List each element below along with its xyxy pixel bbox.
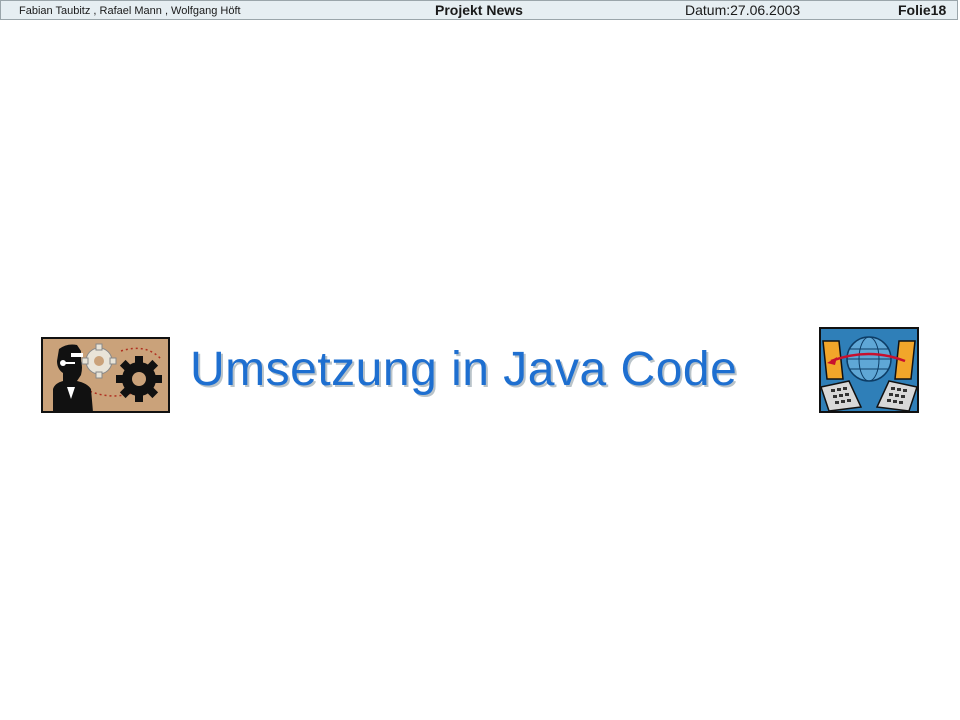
header-slide-number: Folie18 (898, 2, 947, 18)
slide-header-bar: Fabian Taubitz , Rafael Mann , Wolfgang … (0, 0, 958, 20)
header-authors: Fabian Taubitz , Rafael Mann , Wolfgang … (19, 5, 241, 17)
computers-globe-icon (819, 327, 919, 413)
header-date: Datum:27.06.2003 (685, 2, 801, 18)
header-project-title: Projekt News (435, 2, 523, 18)
slide-title: Umsetzung in Java Code (190, 343, 738, 396)
person-gears-icon (41, 337, 170, 413)
